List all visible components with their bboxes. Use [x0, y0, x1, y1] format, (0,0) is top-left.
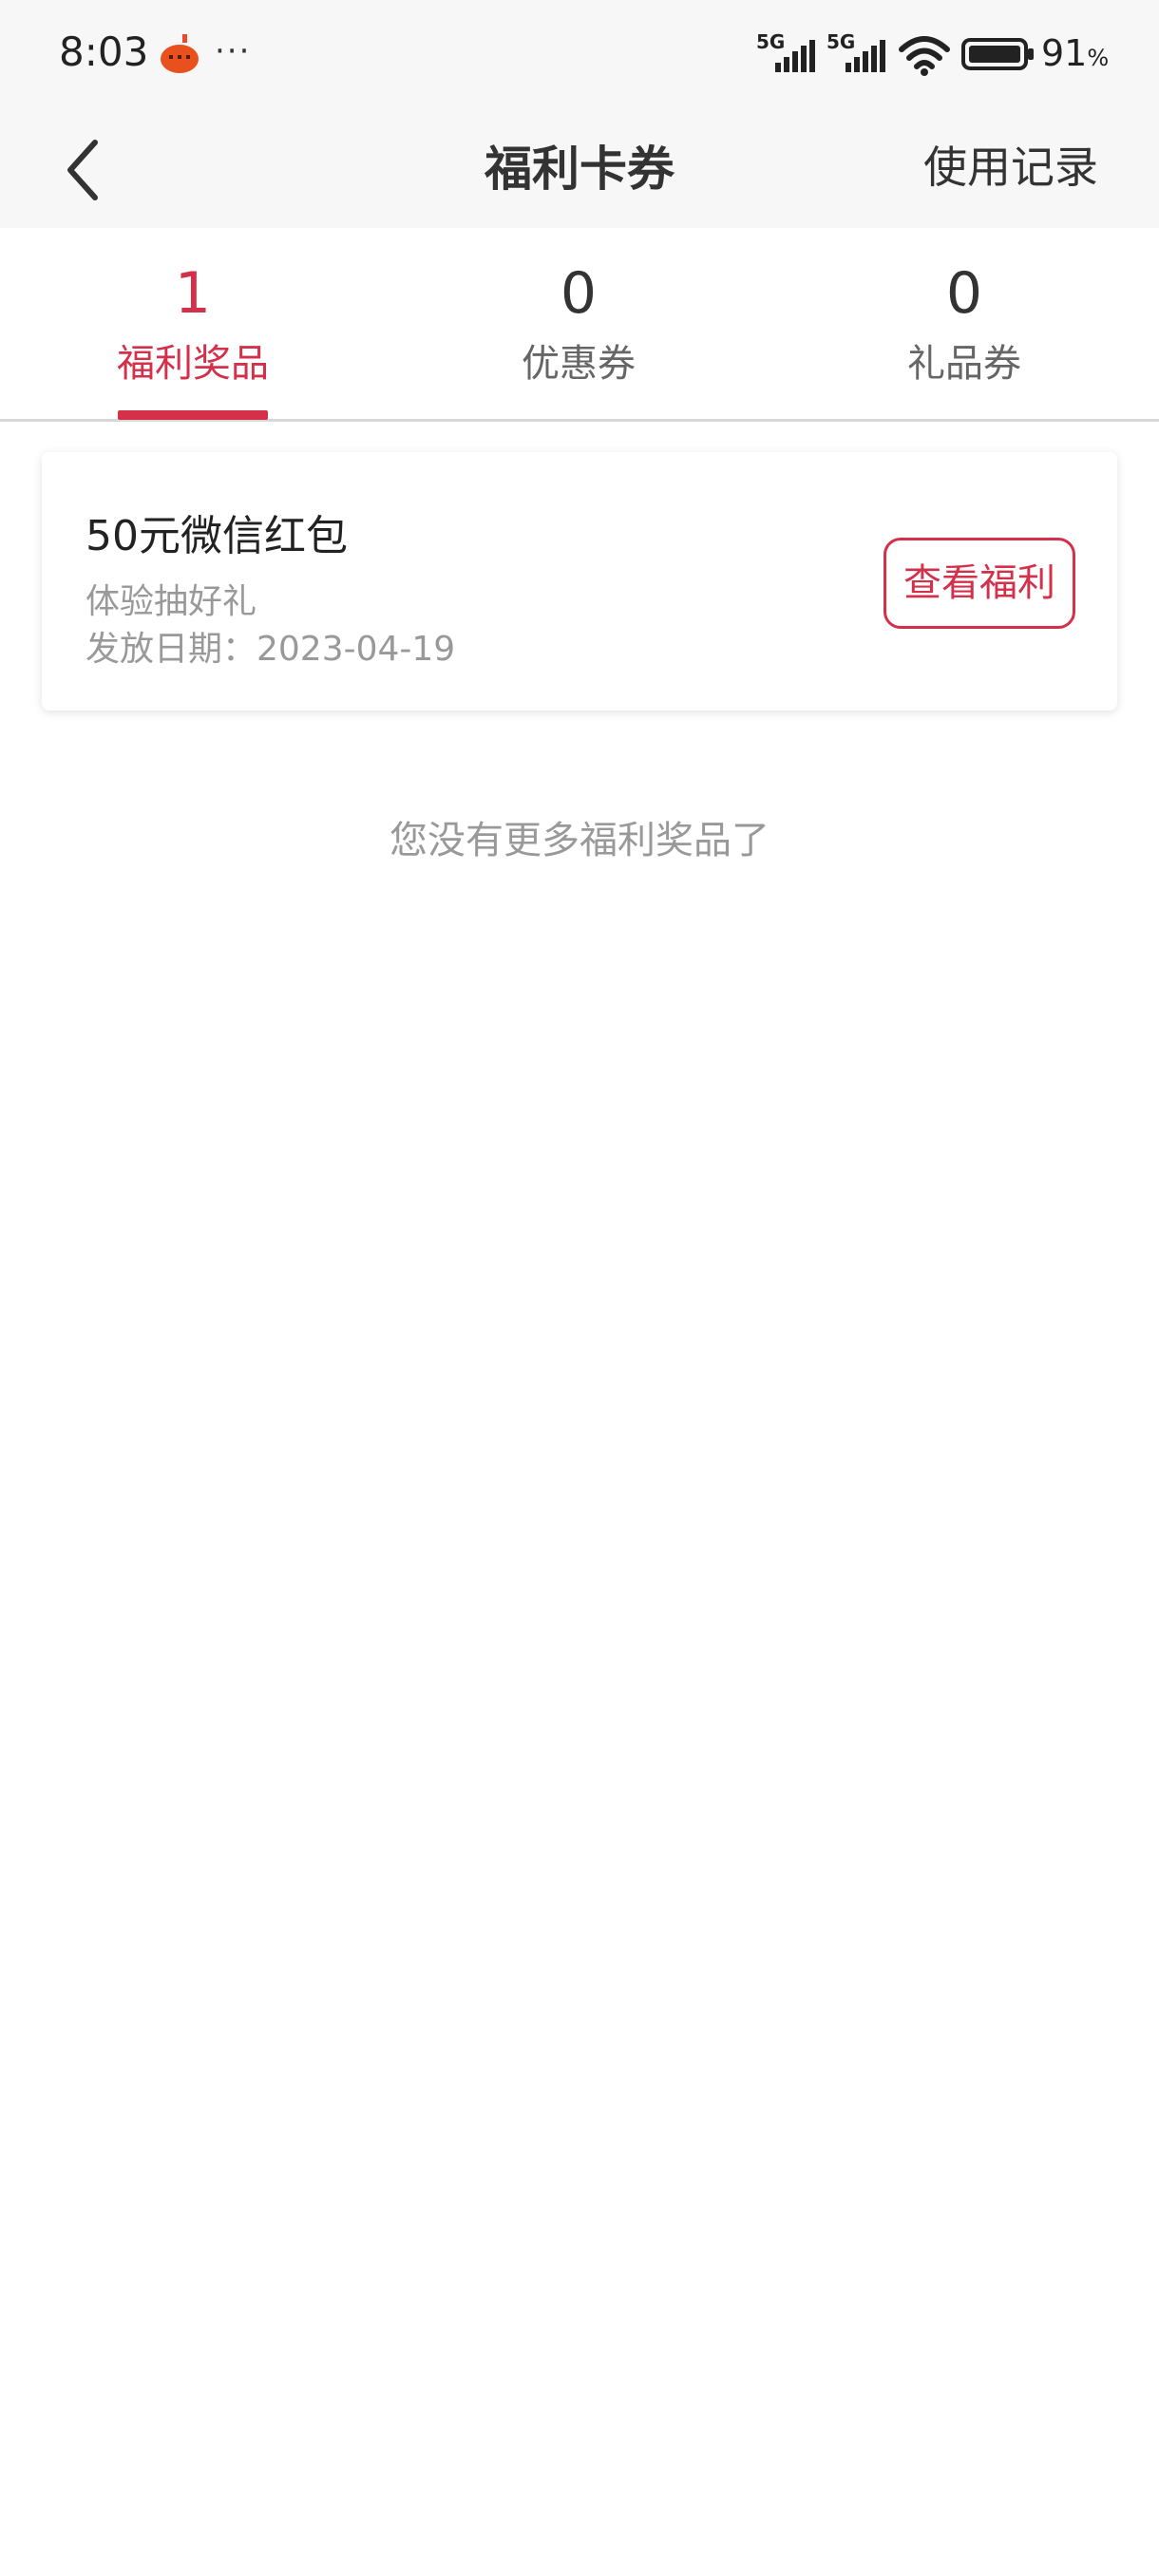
- tab-coupons[interactable]: 0 优惠券: [386, 228, 771, 422]
- view-welfare-button[interactable]: 查看福利: [884, 538, 1075, 629]
- signal-bars-icon: [775, 40, 815, 72]
- tab-welfare-prizes[interactable]: 1 福利奖品: [0, 228, 386, 422]
- signal-bars-icon: [846, 40, 885, 72]
- prize-title: 50元微信红包: [86, 512, 348, 560]
- tab-count: 0: [945, 260, 983, 327]
- cellular-signal-2: 5G: [826, 30, 893, 72]
- prize-source: 体验抽好礼: [86, 582, 257, 621]
- more-notifications-icon: ···: [215, 32, 252, 70]
- status-bar: 8:03 ··· 5G 5G 91%: [0, 0, 1159, 112]
- tab-label: 礼品券: [907, 342, 1021, 386]
- battery-percent: 91%: [1041, 32, 1110, 74]
- wifi-icon: [899, 36, 950, 76]
- tab-label: 优惠券: [522, 342, 636, 386]
- status-time: 8:03: [59, 28, 149, 75]
- tab-label: 福利奖品: [117, 342, 269, 386]
- battery-icon: [961, 38, 1034, 70]
- prize-issue-date: 发放日期：2023-04-19: [86, 630, 456, 669]
- nav-bar: 福利卡券 使用记录: [0, 112, 1159, 228]
- tab-count: 1: [174, 260, 212, 327]
- tab-gift-vouchers[interactable]: 0 礼品券: [771, 228, 1157, 422]
- cellular-signal-1: 5G: [756, 30, 823, 72]
- active-tab-indicator: [118, 410, 268, 420]
- usage-record-link[interactable]: 使用记录: [923, 133, 1098, 196]
- tab-count: 0: [560, 260, 598, 327]
- prize-card: 50元微信红包 体验抽好礼 发放日期：2023-04-19 查看福利: [42, 452, 1117, 710]
- tab-bar: 1 福利奖品 0 优惠券 0 礼品券: [0, 228, 1159, 422]
- app-notification-icon: [161, 34, 199, 73]
- no-more-items-note: 您没有更多福利奖品了: [390, 819, 770, 862]
